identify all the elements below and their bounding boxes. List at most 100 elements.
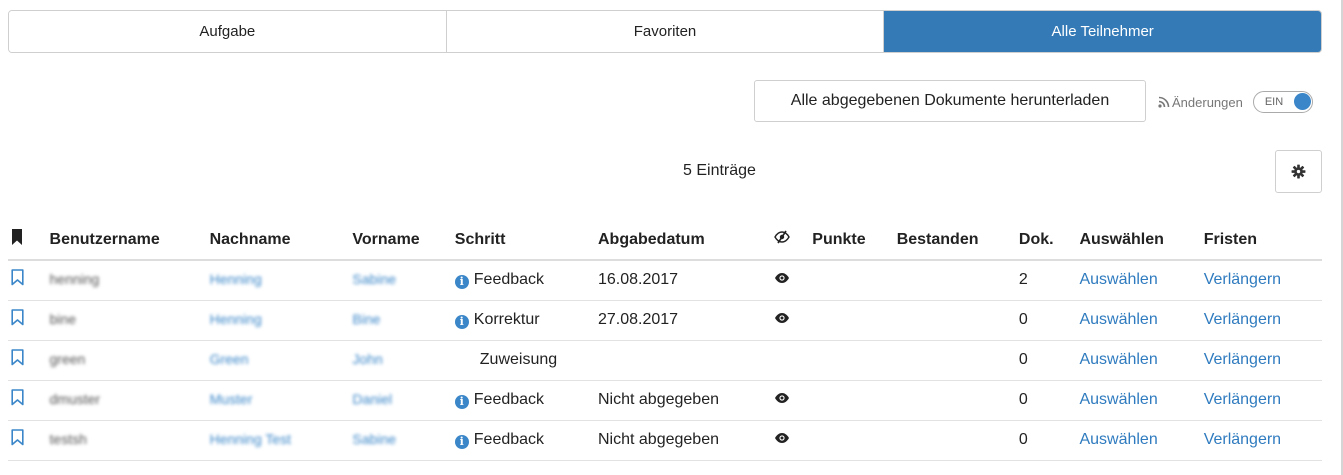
extend-link[interactable]: Verlängern xyxy=(1204,431,1281,448)
lastname-link[interactable]: Green xyxy=(210,351,249,367)
cell-docs: 0 xyxy=(1018,340,1080,381)
username-text: green xyxy=(49,351,86,367)
cell-step: i Feedback xyxy=(454,260,598,301)
header-username[interactable]: Benutzername xyxy=(49,220,210,261)
cell-date: Nicht abgegeben xyxy=(598,420,774,461)
cell-select[interactable]: Auswählen xyxy=(1079,340,1204,381)
cell-docs: 2 xyxy=(1018,260,1080,301)
bookmark-toggle[interactable] xyxy=(8,340,50,381)
entries-count: 5 Einträge xyxy=(683,162,756,179)
extend-link[interactable]: Verlängern xyxy=(1204,271,1281,288)
changes-toggle[interactable]: EIN xyxy=(1252,91,1313,113)
header-points[interactable]: Punkte xyxy=(812,220,897,261)
select-link[interactable]: Auswählen xyxy=(1079,431,1157,448)
cell-extend[interactable]: Verlängern xyxy=(1203,260,1322,301)
lastname-link[interactable]: Henning xyxy=(210,311,262,327)
participants-table: Benutzername Nachname Vorname Schritt Ab… xyxy=(8,220,1322,461)
info-icon[interactable]: i xyxy=(454,275,469,290)
bookmark-outline-icon xyxy=(11,429,24,446)
step-text: Feedback xyxy=(473,391,545,408)
cell-select[interactable]: Auswählen xyxy=(1079,380,1204,421)
cell-points xyxy=(812,420,897,461)
cell-visibility[interactable] xyxy=(773,260,813,301)
cell-visibility[interactable] xyxy=(773,300,813,341)
cell-firstname[interactable]: John xyxy=(352,340,455,381)
cell-firstname[interactable]: Daniel xyxy=(352,380,455,421)
bookmark-toggle[interactable] xyxy=(8,260,50,301)
tab-alle-teilnehmer[interactable]: Alle Teilnehmer xyxy=(884,11,1321,52)
header-bookmark[interactable] xyxy=(8,220,50,261)
cell-extend[interactable]: Verlängern xyxy=(1203,300,1322,341)
info-icon[interactable]: i xyxy=(454,435,469,449)
step-text: Feedback xyxy=(473,431,545,448)
cell-extend[interactable]: Verlängern xyxy=(1203,420,1322,461)
header-date[interactable]: Abgabedatum xyxy=(598,220,774,261)
cell-extend[interactable]: Verlängern xyxy=(1203,340,1322,381)
firstname-link[interactable]: Bine xyxy=(352,311,380,327)
cell-visibility[interactable] xyxy=(773,420,813,461)
cell-firstname[interactable]: Bine xyxy=(352,300,455,341)
username-text: bine xyxy=(49,311,76,327)
bookmark-toggle[interactable] xyxy=(8,380,50,421)
username-text: henning xyxy=(49,271,100,288)
lastname-link[interactable]: Henning xyxy=(210,271,262,287)
cell-lastname[interactable]: Muster xyxy=(209,380,353,421)
cell-lastname[interactable]: Henning Test xyxy=(209,420,353,461)
cell-passed xyxy=(896,260,1019,301)
cell-lastname[interactable]: Green xyxy=(209,340,353,381)
header-lastname[interactable]: Nachname xyxy=(209,220,353,261)
tab-aufgabe[interactable]: Aufgabe xyxy=(9,11,447,52)
lastname-link[interactable]: Muster xyxy=(210,391,253,407)
lastname-link[interactable]: Henning Test xyxy=(210,431,291,447)
cell-visibility[interactable] xyxy=(773,380,813,421)
bookmark-toggle[interactable] xyxy=(8,420,50,461)
extend-link[interactable]: Verlängern xyxy=(1204,351,1281,368)
toggle-knob xyxy=(1293,93,1311,110)
header-step[interactable]: Schritt xyxy=(454,220,598,261)
gear-icon xyxy=(1291,164,1306,179)
info-icon[interactable]: i xyxy=(454,395,469,409)
info-icon[interactable]: i xyxy=(454,315,469,329)
cell-visibility xyxy=(773,340,813,381)
cell-select[interactable]: Auswählen xyxy=(1079,300,1204,341)
settings-button[interactable] xyxy=(1275,150,1322,193)
firstname-link[interactable]: Daniel xyxy=(352,391,392,407)
cell-firstname[interactable]: Sabine xyxy=(352,420,455,461)
header-select[interactable]: Auswählen xyxy=(1079,220,1204,261)
select-link[interactable]: Auswählen xyxy=(1079,391,1157,408)
header-deadlines[interactable]: Fristen xyxy=(1203,220,1322,261)
cell-lastname[interactable]: Henning xyxy=(209,260,353,301)
download-all-button[interactable]: Alle abgegebenen Dokumente herunterladen xyxy=(754,80,1146,122)
header-firstname[interactable]: Vorname xyxy=(352,220,455,261)
cell-extend[interactable]: Verlängern xyxy=(1203,380,1322,421)
header-passed[interactable]: Bestanden xyxy=(896,220,1019,261)
changes-feed: Änderungen EIN xyxy=(1158,91,1313,113)
cell-select[interactable]: Auswählen xyxy=(1079,420,1204,461)
cell-step: i Feedback xyxy=(454,420,598,461)
extend-link[interactable]: Verlängern xyxy=(1204,391,1281,408)
select-link[interactable]: Auswählen xyxy=(1079,271,1157,288)
tab-favoriten[interactable]: Favoriten xyxy=(446,11,885,52)
cell-docs: 0 xyxy=(1018,420,1080,461)
cell-lastname[interactable]: Henning xyxy=(209,300,353,341)
firstname-link[interactable]: John xyxy=(352,351,382,367)
bookmark-toggle[interactable] xyxy=(8,300,50,341)
firstname-link[interactable]: Sabine xyxy=(352,431,396,447)
step-text: Korrektur xyxy=(473,311,540,328)
cell-step: Zuweisung xyxy=(454,340,598,381)
select-link[interactable]: Auswählen xyxy=(1079,311,1157,328)
cell-firstname[interactable]: Sabine xyxy=(352,260,455,301)
table-row: bine Henning Bine i Korrektur 27.08.2017 0 Ausw… xyxy=(8,300,1322,341)
cell-passed xyxy=(896,420,1019,461)
header-docs[interactable]: Dok. xyxy=(1018,220,1080,261)
header-visibility[interactable] xyxy=(773,220,813,261)
eye-icon xyxy=(774,433,789,443)
cell-username: green xyxy=(49,340,210,381)
cell-passed xyxy=(896,300,1019,341)
cell-select[interactable]: Auswählen xyxy=(1079,260,1204,301)
cell-points xyxy=(812,260,897,301)
extend-link[interactable]: Verlängern xyxy=(1204,311,1281,328)
select-link[interactable]: Auswählen xyxy=(1079,351,1157,368)
firstname-link[interactable]: Sabine xyxy=(352,271,396,287)
cell-username: dmuster xyxy=(49,380,210,421)
